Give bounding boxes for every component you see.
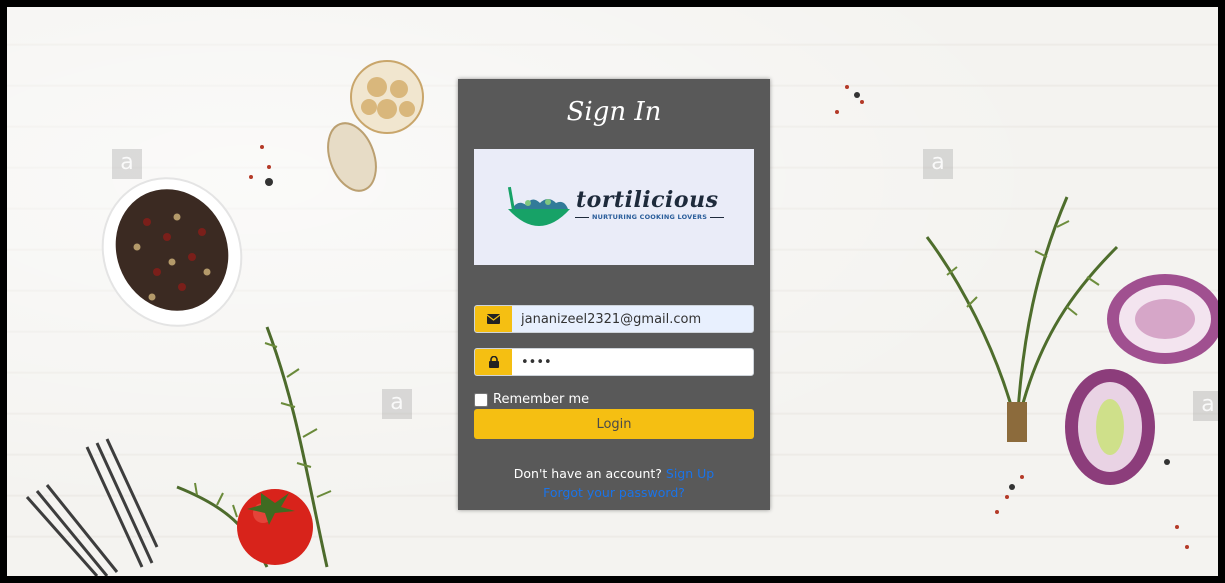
forgot-password-link[interactable]: Forgot your password? bbox=[543, 485, 685, 500]
twine-bundle bbox=[1007, 402, 1027, 442]
email-field[interactable] bbox=[474, 305, 754, 333]
remember-label: Remember me bbox=[493, 392, 590, 407]
remember-me[interactable]: Remember me bbox=[474, 392, 589, 407]
watermark-icon: a bbox=[382, 389, 412, 419]
watermark-icon: a bbox=[112, 149, 142, 179]
salad-bowl-icon bbox=[507, 186, 570, 226]
no-account-text: Don't have an account? bbox=[513, 466, 662, 481]
password-field[interactable] bbox=[474, 348, 754, 376]
logo-brand-text: tortilicious bbox=[576, 187, 719, 213]
fork-image bbox=[25, 438, 159, 576]
tomato-image bbox=[237, 489, 313, 565]
remember-checkbox[interactable] bbox=[474, 392, 488, 407]
garlic-image bbox=[327, 60, 424, 192]
logo-tagline: NURTURING COOKING LOVERS bbox=[572, 213, 727, 221]
watermark-icon: a bbox=[923, 149, 953, 179]
envelope-icon bbox=[475, 306, 512, 332]
lock-icon bbox=[475, 349, 512, 375]
signin-title: Sign In bbox=[566, 97, 662, 127]
email-input[interactable] bbox=[515, 306, 751, 332]
onion-image bbox=[1065, 274, 1218, 485]
signup-prompt: Don't have an account? Sign Up bbox=[458, 466, 770, 481]
signin-card: Sign In tortilicious NURTURING COOKING L… bbox=[458, 79, 770, 510]
login-button[interactable]: Login bbox=[474, 409, 754, 439]
peppercorn-bowl-image bbox=[101, 177, 243, 327]
forgot-password-row: Forgot your password? bbox=[458, 485, 770, 500]
password-input[interactable] bbox=[515, 349, 751, 375]
signup-link[interactable]: Sign Up bbox=[666, 466, 714, 481]
page-frame: a a a a Sign In tortilicious NURTURING C… bbox=[0, 0, 1225, 583]
watermark-icon: a bbox=[1193, 391, 1218, 421]
tortilicious-logo: tortilicious NURTURING COOKING LOVERS bbox=[474, 149, 754, 265]
